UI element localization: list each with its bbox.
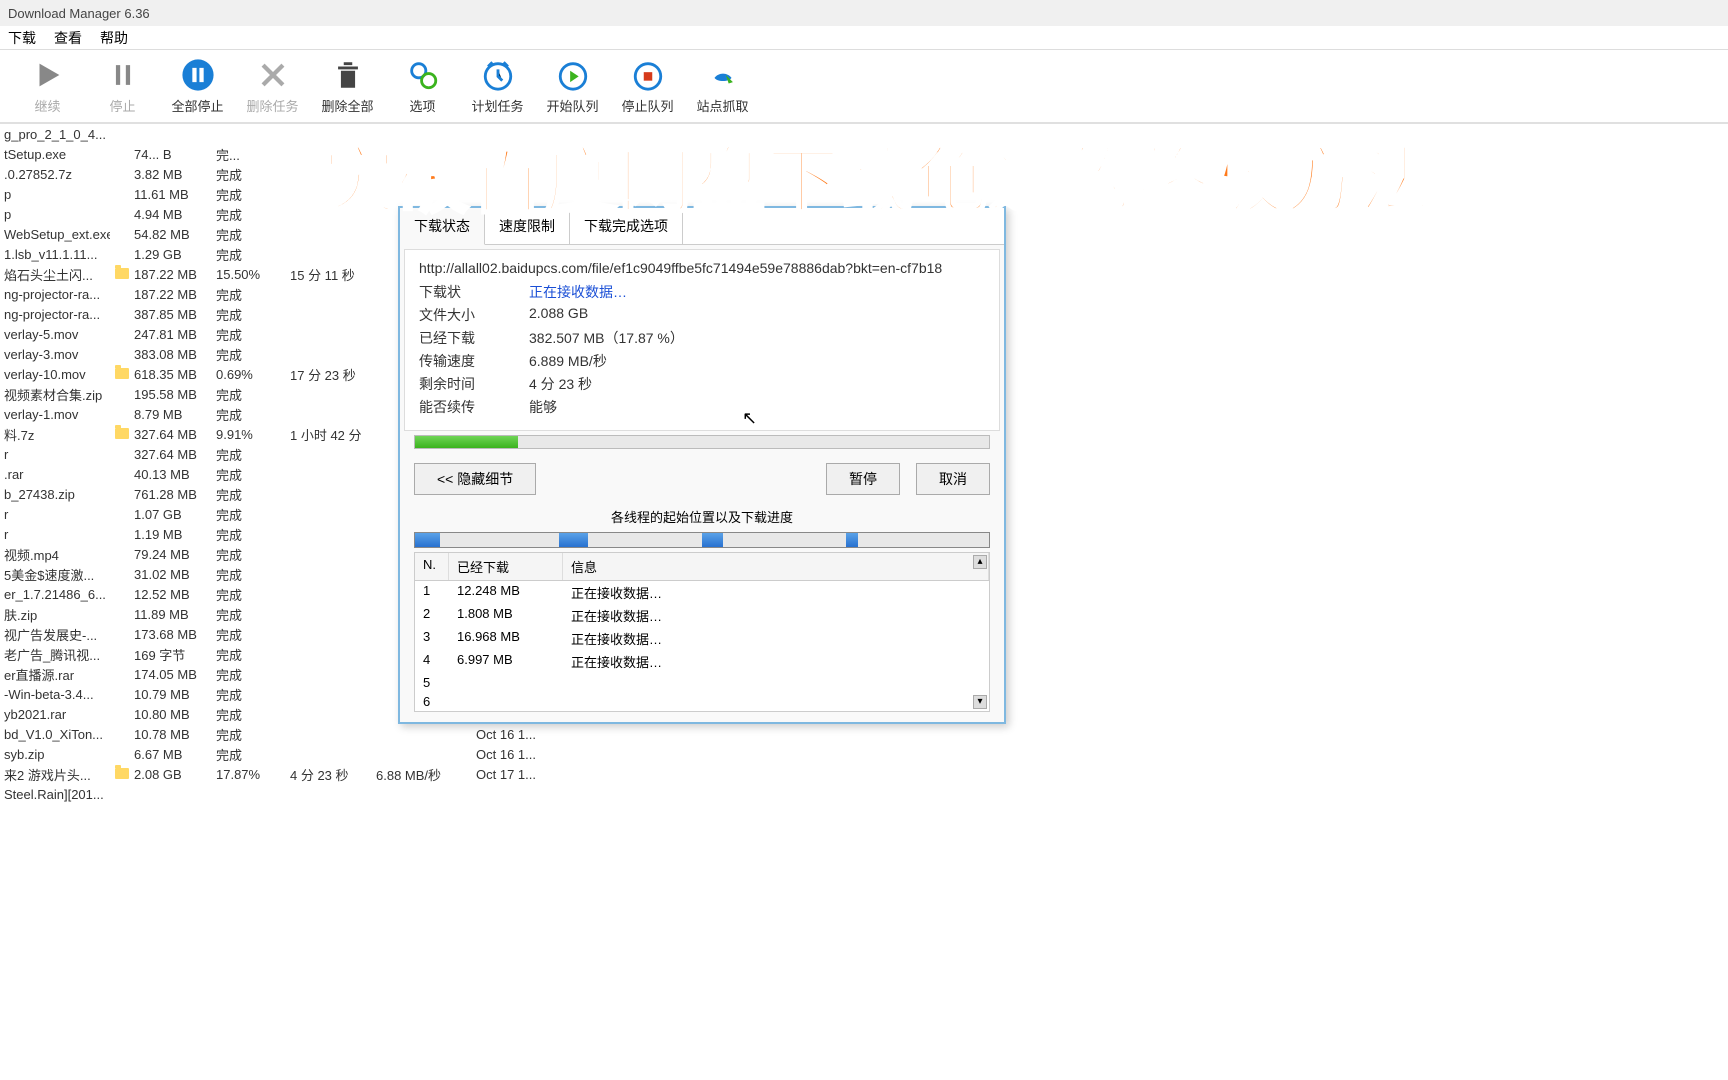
- toolbar-站点抓取[interactable]: 站点抓取: [685, 58, 760, 115]
- toolbar-继续[interactable]: 继续: [10, 58, 85, 115]
- folder-icon: [115, 768, 129, 779]
- menu-download[interactable]: 下载: [8, 28, 36, 48]
- info-row: 已经下载382.507 MB（17.87 %）: [419, 328, 985, 348]
- thread-row[interactable]: 6: [415, 692, 989, 711]
- th-downloaded: 已经下载: [449, 553, 563, 580]
- toolbar-全部停止[interactable]: 全部停止: [160, 58, 235, 115]
- th-number: N.: [415, 553, 449, 580]
- dialog-body: http://allall02.baidupcs.com/file/ef1c90…: [404, 249, 1000, 431]
- menubar: 下载 查看 帮助: [0, 26, 1728, 50]
- window-title: Download Manager 6.36: [8, 6, 150, 21]
- thread-row[interactable]: 21.808 MB正在接收数据…: [415, 604, 989, 627]
- toolbar: 继续停止全部停止删除任务删除全部选项计划任务开始队列停止队列站点抓取: [0, 50, 1728, 124]
- toolbar-停止[interactable]: 停止: [85, 58, 160, 115]
- cursor-icon: ↖: [742, 408, 757, 429]
- pause-button[interactable]: 暂停: [826, 463, 900, 495]
- folder-icon: [115, 368, 129, 379]
- toolbar-停止队列[interactable]: 停止队列: [610, 58, 685, 115]
- thread-segment: [415, 533, 440, 547]
- progress-fill: [415, 436, 518, 448]
- scroll-down-icon[interactable]: ▾: [973, 695, 987, 709]
- toolbar-删除全部[interactable]: 删除全部: [310, 58, 385, 115]
- thread-table: N. 已经下载 信息 112.248 MB正在接收数据…21.808 MB正在接…: [414, 552, 990, 712]
- thread-row[interactable]: 5: [415, 673, 989, 692]
- scroll-up-icon[interactable]: ▴: [973, 555, 987, 569]
- toolbar-删除任务[interactable]: 删除任务: [235, 58, 310, 115]
- overlay-headline: 突破百度网盘下载龟速的终极方法: [88, 122, 1668, 227]
- cancel-button[interactable]: 取消: [916, 463, 990, 495]
- table-row[interactable]: bd_V1.0_XiTon...10.78 MB完成Oct 16 1...: [0, 724, 1728, 744]
- hide-details-button[interactable]: << 隐藏细节: [414, 463, 536, 495]
- thread-row[interactable]: 316.968 MB正在接收数据…: [415, 627, 989, 650]
- info-row: 剩余时间4 分 23 秒: [419, 374, 985, 394]
- thread-label: 各线程的起始位置以及下载进度: [400, 505, 1004, 532]
- titlebar: Download Manager 6.36: [0, 0, 1728, 26]
- thread-segment: [702, 533, 723, 547]
- download-dialog: 下载状态 速度限制 下载完成选项 http://allall02.baidupc…: [398, 206, 1006, 724]
- info-row: 能否续传能够: [419, 397, 985, 417]
- download-url: http://allall02.baidupcs.com/file/ef1c90…: [419, 260, 985, 276]
- menu-view[interactable]: 查看: [54, 28, 82, 48]
- progress-bar: [414, 435, 990, 449]
- th-info: 信息: [563, 553, 989, 580]
- toolbar-计划任务[interactable]: 计划任务: [460, 58, 535, 115]
- folder-icon: [115, 428, 129, 439]
- info-row: 传输速度6.889 MB/秒: [419, 351, 985, 371]
- table-row[interactable]: syb.zip6.67 MB完成Oct 16 1...: [0, 744, 1728, 764]
- toolbar-开始队列[interactable]: 开始队列: [535, 58, 610, 115]
- toolbar-选项[interactable]: 选项: [385, 58, 460, 115]
- thread-progress-bar: [414, 532, 990, 548]
- info-row: 文件大小2.088 GB: [419, 305, 985, 325]
- dialog-buttons: << 隐藏细节 暂停 取消: [400, 459, 1004, 505]
- folder-icon: [115, 268, 129, 279]
- thread-row[interactable]: 46.997 MB正在接收数据…: [415, 650, 989, 673]
- thread-segment: [846, 533, 859, 547]
- thread-segment: [559, 533, 589, 547]
- menu-help[interactable]: 帮助: [100, 28, 128, 48]
- thread-row[interactable]: 112.248 MB正在接收数据…: [415, 581, 989, 604]
- table-row[interactable]: Steel.Rain][201...: [0, 784, 1728, 804]
- thread-head: N. 已经下载 信息: [415, 553, 989, 581]
- table-row[interactable]: 来2 游戏片头...2.08 GB17.87%4 分 23 秒6.88 MB/秒…: [0, 764, 1728, 784]
- info-row: 下载状正在接收数据…: [419, 282, 985, 302]
